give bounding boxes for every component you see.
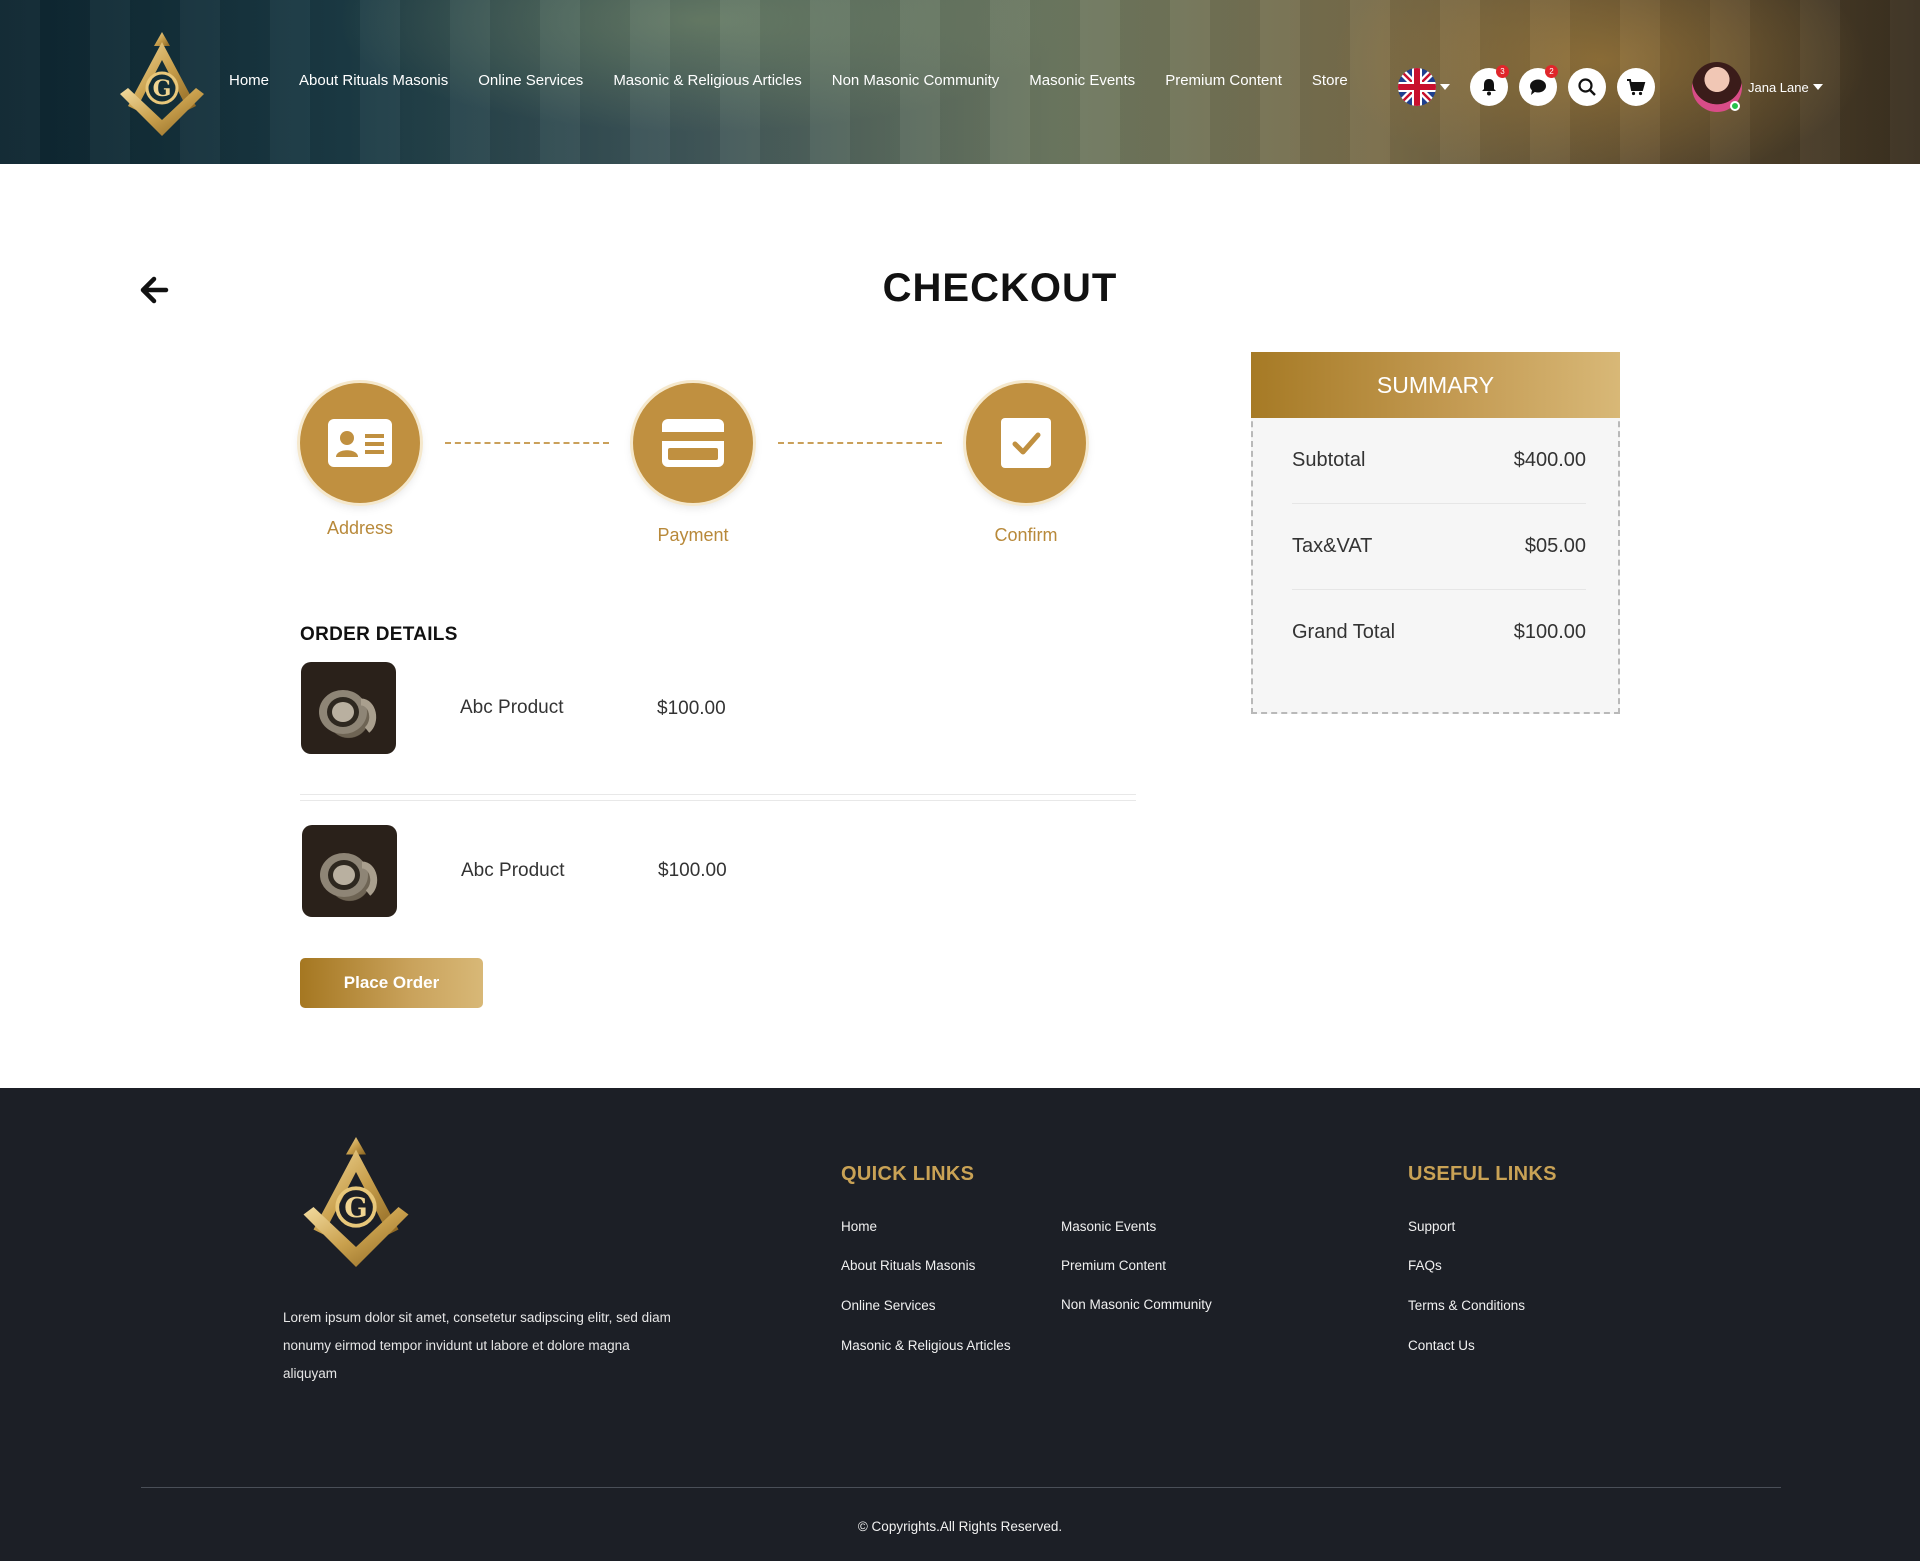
messages-button[interactable]: 2 xyxy=(1519,65,1558,106)
footer-link-articles[interactable]: Masonic & Religious Articles xyxy=(841,1338,1011,1353)
summary-divider xyxy=(1292,589,1586,590)
footer-divider xyxy=(141,1487,1781,1488)
footer-link-premium-content[interactable]: Premium Content xyxy=(1061,1258,1166,1273)
credit-card-icon xyxy=(662,419,724,467)
main-nav: Home About Rituals Masonis Online Servic… xyxy=(229,72,1378,89)
summary-row-tax: Tax&VAT $05.00 xyxy=(1292,535,1586,558)
chat-icon xyxy=(1530,79,1546,95)
row-divider xyxy=(300,794,1136,795)
language-selector[interactable] xyxy=(1398,68,1450,106)
product-image[interactable] xyxy=(302,825,397,917)
footer-link-non-masonic-community[interactable]: Non Masonic Community xyxy=(1061,1297,1212,1312)
notifications-button[interactable]: 3 xyxy=(1470,65,1509,106)
step-label-payment: Payment xyxy=(657,525,729,545)
chevron-down-icon xyxy=(1812,84,1823,90)
row-divider xyxy=(300,800,1136,801)
footer-logo[interactable]: G xyxy=(294,1132,418,1272)
header-tools: 3 2 Jana Lane xyxy=(1398,62,1823,112)
summary-value: $100.00 xyxy=(1513,621,1586,643)
footer-link-masonic-events[interactable]: Masonic Events xyxy=(1061,1219,1156,1234)
step-connector xyxy=(778,442,942,444)
nav-masonic-events[interactable]: Masonic Events xyxy=(1029,72,1135,89)
chevron-down-icon xyxy=(1440,84,1450,90)
summary-divider xyxy=(1292,503,1586,504)
nav-home[interactable]: Home xyxy=(229,72,269,89)
summary-label: Tax&VAT xyxy=(1292,535,1373,557)
useful-links-title: USEFUL LINKS xyxy=(1408,1163,1557,1185)
step-label-confirm: Confirm xyxy=(994,525,1058,545)
page-title: CHECKOUT xyxy=(882,266,1118,310)
footer-link-faqs[interactable]: FAQs xyxy=(1408,1258,1442,1273)
product-name: Abc Product xyxy=(460,697,564,718)
summary-row-subtotal: Subtotal $400.00 xyxy=(1292,449,1586,472)
footer-about-text: Lorem ipsum dolor sit amet, consetetur s… xyxy=(283,1310,671,1381)
nav-articles[interactable]: Masonic & Religious Articles xyxy=(613,72,801,89)
footer-link-about[interactable]: About Rituals Masonis xyxy=(841,1258,975,1273)
footer-link-terms[interactable]: Terms & Conditions xyxy=(1408,1298,1525,1313)
ring-image xyxy=(319,690,377,734)
online-indicator xyxy=(1730,101,1740,111)
search-button[interactable] xyxy=(1568,68,1606,106)
footer-link-support[interactable]: Support xyxy=(1408,1219,1455,1234)
cart-icon xyxy=(1627,79,1646,96)
check-square-icon xyxy=(1001,418,1051,468)
product-price: $100.00 xyxy=(658,860,727,881)
footer-link-online-services[interactable]: Online Services xyxy=(841,1298,936,1313)
footer-link-home[interactable]: Home xyxy=(841,1219,877,1234)
summary-label: Grand Total xyxy=(1292,621,1396,643)
summary-value: $05.00 xyxy=(1524,535,1586,557)
nav-about[interactable]: About Rituals Masonis xyxy=(299,72,448,89)
product-price: $100.00 xyxy=(657,698,726,719)
nav-premium-content[interactable]: Premium Content xyxy=(1165,72,1282,89)
step-label-address: Address xyxy=(326,518,394,538)
order-details-title: ORDER DETAILS xyxy=(300,624,458,645)
cart-button[interactable] xyxy=(1617,68,1655,106)
summary-value: $400.00 xyxy=(1513,449,1586,471)
messages-badge: 2 xyxy=(1545,65,1558,78)
product-image[interactable] xyxy=(301,662,396,754)
copyright-text: © Copyrights.All Rights Reserved. xyxy=(857,1519,1063,1534)
svg-text:G: G xyxy=(153,76,172,102)
id-card-icon xyxy=(328,419,392,467)
step-connector xyxy=(445,442,609,444)
summary-label: Subtotal xyxy=(1292,449,1366,471)
product-name: Abc Product xyxy=(461,860,565,881)
masonic-logo[interactable]: G xyxy=(114,28,210,140)
ring-image xyxy=(320,853,378,897)
notifications-badge: 3 xyxy=(1496,65,1509,78)
step-address[interactable] xyxy=(300,383,420,503)
step-confirm[interactable] xyxy=(966,383,1086,503)
svg-text:G: G xyxy=(344,1192,368,1224)
summary-row-grand-total: Grand Total $100.00 xyxy=(1292,621,1586,644)
avatar xyxy=(1692,62,1742,112)
user-menu[interactable]: Jana Lane xyxy=(1692,62,1823,112)
footer-link-contact[interactable]: Contact Us xyxy=(1408,1338,1475,1353)
bell-icon xyxy=(1482,79,1496,96)
nav-non-masonic-community[interactable]: Non Masonic Community xyxy=(832,72,1000,89)
search-icon xyxy=(1578,78,1596,96)
user-name: Jana Lane xyxy=(1748,79,1809,95)
nav-store[interactable]: Store xyxy=(1312,72,1348,89)
place-order-button[interactable]: Place Order xyxy=(300,958,483,1008)
uk-flag-icon xyxy=(1398,68,1436,106)
quick-links-title: QUICK LINKS xyxy=(841,1163,975,1185)
step-payment[interactable] xyxy=(633,383,753,503)
nav-online-services[interactable]: Online Services xyxy=(478,72,583,89)
summary-title: SUMMARY xyxy=(1251,352,1620,418)
